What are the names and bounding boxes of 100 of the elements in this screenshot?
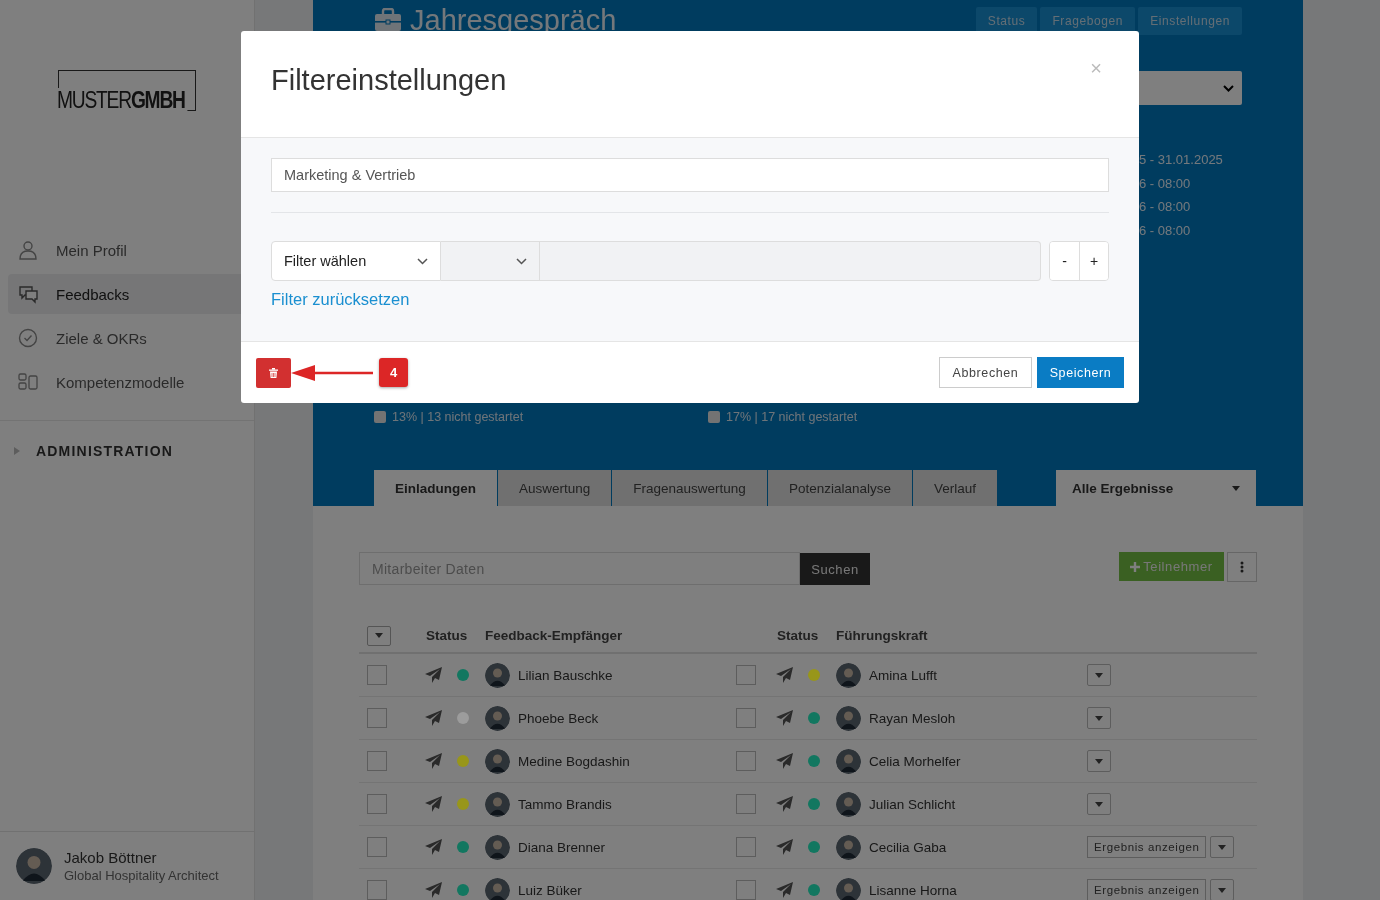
caret-icon (1218, 844, 1227, 850)
plus-icon (1130, 561, 1141, 572)
person-name: Tammo Brandis (518, 796, 612, 812)
row-checkbox[interactable] (736, 837, 756, 857)
check-circle-icon (18, 328, 38, 348)
tab[interactable]: Auswertung (498, 470, 612, 506)
step-badge: 4 (379, 358, 408, 387)
result-filter-dropdown[interactable]: Alle Ergebnisse (1056, 470, 1256, 506)
avatar-icon (836, 834, 861, 860)
user-icon (18, 240, 38, 260)
blocks-icon (18, 372, 38, 392)
avatar-icon (836, 877, 861, 900)
row-checkbox[interactable] (367, 794, 387, 814)
paper-plane-icon[interactable] (776, 839, 793, 855)
person-name: Lilian Bauschke (518, 667, 613, 683)
paper-plane-icon[interactable] (425, 667, 442, 683)
paper-plane-icon[interactable] (776, 710, 793, 726)
date-text: 6 - 08:00 (1139, 221, 1192, 240)
nav-item[interactable]: Mein Profil (8, 230, 254, 270)
person-name: Lisanne Horna (869, 882, 957, 898)
row-checkbox[interactable] (367, 665, 387, 685)
row-checkbox[interactable] (736, 665, 756, 685)
caret-right-icon (14, 447, 20, 455)
row-checkbox[interactable] (736, 751, 756, 771)
dialog-title: Filtereinstellungen (271, 63, 507, 97)
cancel-button[interactable]: Abbrechen (939, 357, 1032, 388)
caret-icon (1095, 801, 1103, 807)
avatar-icon (485, 834, 510, 860)
avatar-icon (16, 848, 52, 884)
avatar-icon (485, 748, 510, 774)
caret-icon (375, 633, 383, 638)
chat-bubbles-icon (18, 284, 38, 304)
person-name: Phoebe Beck (518, 710, 599, 726)
legend-text: 17% | 17 nicht gestartet (726, 410, 858, 424)
row-checkbox[interactable] (367, 837, 387, 857)
show-result-button[interactable]: Ergebnis anzeigen (1087, 879, 1207, 900)
person-name: Luiz Büker (518, 882, 582, 898)
caret-icon (1232, 485, 1240, 491)
paper-plane-icon[interactable] (776, 796, 793, 812)
person-name: Julian Schlicht (869, 796, 956, 812)
date-text: 6 - 08:00 (1139, 174, 1192, 193)
paper-plane-icon[interactable] (776, 667, 793, 683)
caret-icon (1095, 715, 1103, 721)
column-header: Führungskraft (835, 628, 929, 643)
tab[interactable]: Fragenauswertung (612, 470, 767, 506)
reset-filter-link[interactable]: Filter zurücksetzen (271, 290, 410, 309)
row-checkbox[interactable] (367, 708, 387, 728)
person-name: Diana Brenner (518, 839, 606, 855)
save-button[interactable]: Speichern (1037, 357, 1124, 388)
briefcase-icon (374, 8, 402, 32)
delete-button[interactable] (256, 357, 291, 388)
row-menu-button[interactable] (1210, 879, 1235, 900)
avatar-icon (836, 748, 861, 774)
user-role: Global Hospitality Architect (64, 868, 219, 883)
paper-plane-icon[interactable] (776, 753, 793, 769)
remove-button[interactable]: - (1050, 242, 1079, 280)
page-title: Jahresgespräch (410, 3, 617, 37)
avatar-icon (485, 662, 510, 688)
row-checkbox[interactable] (367, 751, 387, 771)
row-menu-button[interactable] (1087, 664, 1111, 686)
more-icon (1240, 561, 1244, 573)
row-menu-button[interactable] (1087, 707, 1111, 729)
row-checkbox[interactable] (736, 794, 756, 814)
person-name: Rayan Mesloh (869, 710, 956, 726)
company-logo: MUSTERGMBH (58, 70, 196, 111)
legend-text: 13% | 13 nicht gestartet (392, 410, 524, 424)
nav-item[interactable]: Ziele & OKRs (8, 318, 254, 358)
row-checkbox[interactable] (736, 880, 756, 900)
paper-plane-icon[interactable] (425, 753, 442, 769)
paper-plane-icon[interactable] (425, 882, 442, 898)
row-checkbox[interactable] (736, 708, 756, 728)
row-menu-button[interactable] (1210, 836, 1235, 858)
search-button[interactable]: Suchen (800, 553, 870, 585)
filter-select[interactable]: Filter wählen (271, 241, 441, 281)
chevron-icon (417, 257, 428, 265)
date-text: 6 - 08:00 (1139, 198, 1192, 216)
caret-icon (1095, 672, 1103, 678)
person-name: Celia Morhelfer (869, 753, 961, 769)
tab[interactable]: Potenzialanalyse (767, 470, 912, 506)
show-result-button[interactable]: Ergebnis anzeigen (1087, 836, 1207, 858)
column-header: Status (776, 628, 820, 643)
department-field[interactable]: Marketing & Vertrieb (271, 158, 1109, 192)
paper-plane-icon[interactable] (425, 710, 442, 726)
date-text: 5 - 31.01.2025 (1139, 151, 1224, 169)
tab[interactable]: Verlauf (912, 470, 997, 506)
paper-plane-icon[interactable] (425, 839, 442, 855)
person-name: Amina Lufft (869, 667, 938, 683)
section-heading[interactable]: ADMINISTRATION (36, 443, 174, 459)
tab[interactable]: Einladungen (374, 470, 497, 506)
paper-plane-icon[interactable] (425, 796, 442, 812)
row-menu-button[interactable] (1087, 793, 1111, 815)
add-button[interactable]: + (1079, 242, 1108, 280)
select-all-dropdown[interactable] (367, 625, 391, 646)
row-checkbox[interactable] (367, 880, 387, 900)
caret-icon (1095, 758, 1103, 764)
column-header: Status (425, 628, 469, 643)
avatar-icon (836, 705, 861, 731)
row-menu-button[interactable] (1087, 750, 1111, 772)
nav-item[interactable]: Kompetenzmodelle (8, 362, 254, 402)
paper-plane-icon[interactable] (776, 882, 793, 898)
